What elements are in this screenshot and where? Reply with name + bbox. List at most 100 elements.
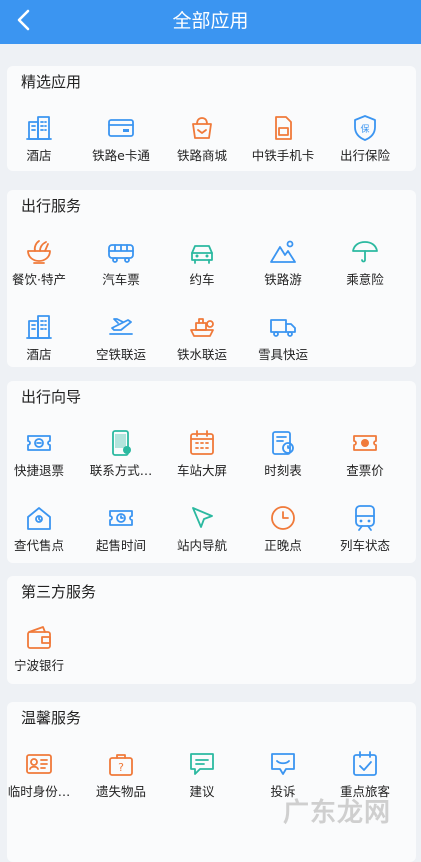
section-title: 第三方服务 bbox=[21, 583, 97, 601]
app-item[interactable]: 时刻表 bbox=[242, 428, 324, 479]
app-item-label: 中铁手机卡 bbox=[251, 148, 315, 163]
app-item[interactable]: 临时身份… bbox=[0, 749, 80, 800]
sim-card-icon bbox=[268, 113, 298, 143]
app-item-label: 建议 bbox=[189, 784, 215, 799]
wallet-icon bbox=[24, 623, 54, 653]
app-item-label: 临时身份… bbox=[7, 784, 71, 799]
truck-icon bbox=[268, 312, 298, 342]
app-item-label: 约车 bbox=[189, 272, 215, 287]
train-icon bbox=[350, 503, 380, 533]
section-card: 第三方服务宁波银行 bbox=[7, 576, 416, 684]
app-item[interactable]: 酒店 bbox=[0, 113, 80, 164]
app-item-label: 铁路e卡通 bbox=[92, 148, 150, 163]
svg-text:保: 保 bbox=[360, 123, 369, 135]
price-ticket-icon bbox=[350, 428, 380, 458]
section-title: 精选应用 bbox=[21, 73, 82, 91]
ticket-clock-icon bbox=[106, 503, 136, 533]
noodle-bowl-icon bbox=[24, 237, 54, 267]
house-icon bbox=[24, 503, 54, 533]
app-item-label: 起售时间 bbox=[95, 538, 146, 553]
app-item[interactable]: 雪具快运 bbox=[242, 312, 324, 363]
bus-icon bbox=[106, 237, 136, 267]
clock-icon bbox=[268, 503, 298, 533]
app-item-label: 时刻表 bbox=[264, 463, 302, 478]
hotel-icon bbox=[24, 113, 54, 143]
app-item-label: 铁水联运 bbox=[176, 347, 227, 362]
app-item-label: 查票价 bbox=[346, 463, 384, 478]
app-item-label: 雪具快运 bbox=[257, 347, 308, 362]
app-item[interactable]: 车站大屏 bbox=[161, 428, 243, 479]
app-item[interactable]: 铁路e卡通 bbox=[80, 113, 162, 164]
app-item-label: 快捷退票 bbox=[13, 463, 64, 478]
app-item[interactable]: 起售时间 bbox=[80, 503, 162, 554]
app-header: 全部应用 bbox=[0, 0, 421, 44]
app-item-label: 联系方式… bbox=[89, 463, 153, 478]
app-item[interactable]: 约车 bbox=[161, 237, 243, 288]
section-title: 出行向导 bbox=[21, 388, 82, 406]
navigation-arrow-icon bbox=[187, 503, 217, 533]
app-item-label: 餐饮·特产 bbox=[12, 272, 66, 287]
timetable-icon bbox=[268, 428, 298, 458]
app-item-label: 空铁联运 bbox=[95, 347, 146, 362]
app-item-label: 出行保险 bbox=[339, 148, 390, 163]
app-item[interactable]: 铁路游 bbox=[242, 237, 324, 288]
card-icon bbox=[106, 113, 136, 143]
app-item-label: 乘意险 bbox=[346, 272, 384, 287]
app-item[interactable]: 餐饮·特产 bbox=[0, 237, 80, 288]
app-item[interactable]: 铁水联运 bbox=[161, 312, 243, 363]
app-item[interactable]: ? 遗失物品 bbox=[80, 749, 162, 800]
section-card: 出行向导快捷退票 联系方式… 车站大屏 时刻表 查票价查代售点 起售时间 站内导航 正晚点 列车… bbox=[7, 381, 416, 563]
car-icon bbox=[187, 237, 217, 267]
message-icon bbox=[187, 749, 217, 779]
app-item-label: 宁波银行 bbox=[13, 658, 64, 673]
app-item[interactable]: 快捷退票 bbox=[0, 428, 80, 479]
section-title: 出行服务 bbox=[21, 197, 82, 215]
calendar-check-icon bbox=[350, 749, 380, 779]
app-item-label: 列车状态 bbox=[339, 538, 390, 553]
app-item-label: 正晚点 bbox=[264, 538, 302, 553]
app-item-label: 酒店 bbox=[26, 148, 52, 163]
app-item[interactable]: 联系方式… bbox=[80, 428, 162, 479]
app-item[interactable]: 保出行保险 bbox=[324, 113, 406, 164]
phone-icon bbox=[106, 428, 136, 458]
app-item[interactable]: 建议 bbox=[161, 749, 243, 800]
app-item[interactable]: 酒店 bbox=[0, 312, 80, 363]
app-item-label: 铁路商城 bbox=[176, 148, 227, 163]
app-item[interactable]: 铁路商城 bbox=[161, 113, 243, 164]
app-item[interactable]: 查代售点 bbox=[0, 503, 80, 554]
app-item[interactable]: 列车状态 bbox=[324, 503, 406, 554]
shield-icon: 保 bbox=[350, 113, 380, 143]
ticket-refund-icon bbox=[24, 428, 54, 458]
app-item[interactable]: 查票价 bbox=[324, 428, 406, 479]
calendar-grid-icon bbox=[187, 428, 217, 458]
lost-bag-icon: ? bbox=[106, 749, 136, 779]
watermark-text: 广东龙网 bbox=[282, 798, 391, 828]
app-item-label: 酒店 bbox=[26, 347, 52, 362]
complaint-icon bbox=[268, 749, 298, 779]
app-item[interactable]: 空铁联运 bbox=[80, 312, 162, 363]
section-title: 温馨服务 bbox=[21, 709, 82, 727]
section-card: 精选应用 酒店 铁路e卡通 铁路商城 中铁手机卡保出行保险 bbox=[7, 66, 416, 171]
app-item-label: 汽车票 bbox=[102, 272, 140, 287]
plane-icon bbox=[106, 312, 136, 342]
hotel-icon bbox=[24, 312, 54, 342]
app-item-label: 车站大屏 bbox=[176, 463, 227, 478]
mountain-icon bbox=[268, 237, 298, 267]
app-item[interactable]: 乘意险 bbox=[324, 237, 406, 288]
app-item-label: 查代售点 bbox=[13, 538, 64, 553]
app-item-label: 站内导航 bbox=[176, 538, 227, 553]
umbrella-icon bbox=[350, 237, 380, 267]
app-item-label: 遗失物品 bbox=[95, 784, 146, 799]
app-item[interactable]: 宁波银行 bbox=[0, 623, 80, 674]
app-item[interactable]: 中铁手机卡 bbox=[242, 113, 324, 164]
id-card-icon bbox=[24, 749, 54, 779]
app-item[interactable]: 站内导航 bbox=[161, 503, 243, 554]
app-item[interactable]: 正晚点 bbox=[242, 503, 324, 554]
section-card: 温馨服务 临时身份…? 遗失物品 建议 投诉 重点旅客 bbox=[7, 702, 416, 862]
shop-icon bbox=[187, 113, 217, 143]
app-item[interactable]: 汽车票 bbox=[80, 237, 162, 288]
section-card: 出行服务餐饮·特产 汽车票 约车 铁路游 乘意险酒店 空铁联运 铁水联运 雪具快运 bbox=[7, 190, 416, 367]
ship-icon bbox=[187, 312, 217, 342]
app-item-label: 铁路游 bbox=[264, 272, 302, 287]
page-title: 全部应用 bbox=[172, 10, 249, 32]
